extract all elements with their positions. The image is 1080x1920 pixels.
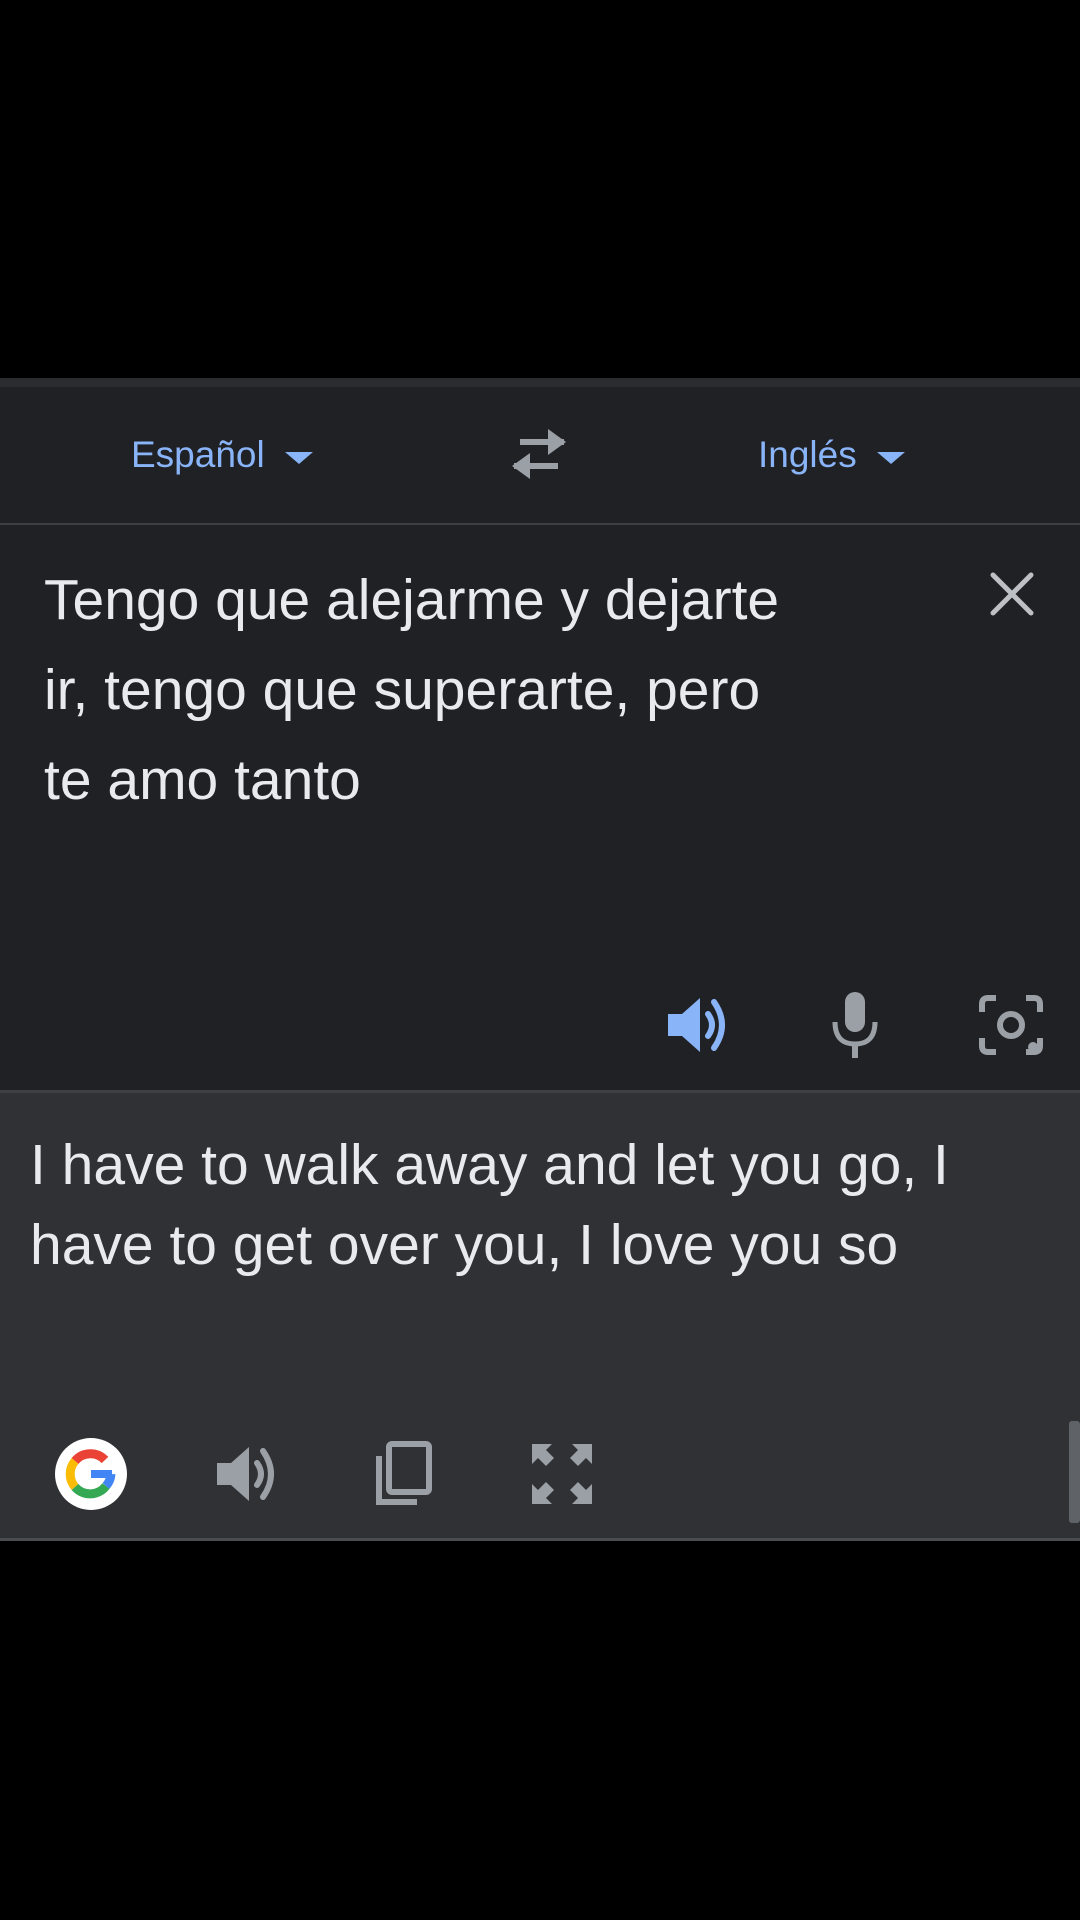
swap-arrows-icon: [512, 429, 566, 479]
caret-down-icon: [876, 452, 905, 464]
source-language-label: Español: [131, 434, 265, 475]
target-language-label: Inglés: [758, 434, 857, 475]
fullscreen-icon: [532, 1444, 592, 1504]
listen-source-button[interactable]: [662, 990, 732, 1060]
target-language-selector[interactable]: Inglés: [758, 387, 905, 523]
fullscreen-button[interactable]: [526, 1438, 598, 1510]
top-edge: [0, 378, 1080, 387]
google-logo-icon: [65, 1449, 116, 1499]
close-icon: [990, 572, 1034, 616]
scrollbar[interactable]: [1069, 1421, 1080, 1523]
camera-icon: [979, 995, 1043, 1055]
copy-translation-button[interactable]: [367, 1438, 439, 1510]
clear-text-button[interactable]: [985, 567, 1039, 621]
top-black-area: [0, 0, 1080, 378]
speaker-icon: [668, 998, 725, 1052]
microphone-icon: [832, 992, 878, 1058]
voice-input-button[interactable]: [820, 990, 890, 1060]
bottom-black-area: [0, 1541, 1080, 1920]
source-panel: Tengo que alejarme y dejarte ir, tengo q…: [0, 525, 1080, 1090]
listen-translation-button[interactable]: [211, 1438, 283, 1510]
language-bar: Español Inglés: [0, 387, 1080, 523]
translation-panel: I have to walk away and let you go, I ha…: [0, 1093, 1080, 1538]
copy-icon: [376, 1441, 432, 1505]
google-logo-button[interactable]: [55, 1438, 127, 1510]
caret-down-icon: [284, 452, 313, 464]
speaker-icon: [217, 1447, 274, 1501]
translation-text: I have to walk away and let you go, I ha…: [30, 1133, 949, 1277]
source-language-selector[interactable]: Español: [131, 387, 313, 523]
camera-input-button[interactable]: [976, 990, 1046, 1060]
swap-languages-button[interactable]: [508, 427, 570, 481]
source-text[interactable]: Tengo que alejarme y dejarte ir, tengo q…: [44, 555, 784, 825]
